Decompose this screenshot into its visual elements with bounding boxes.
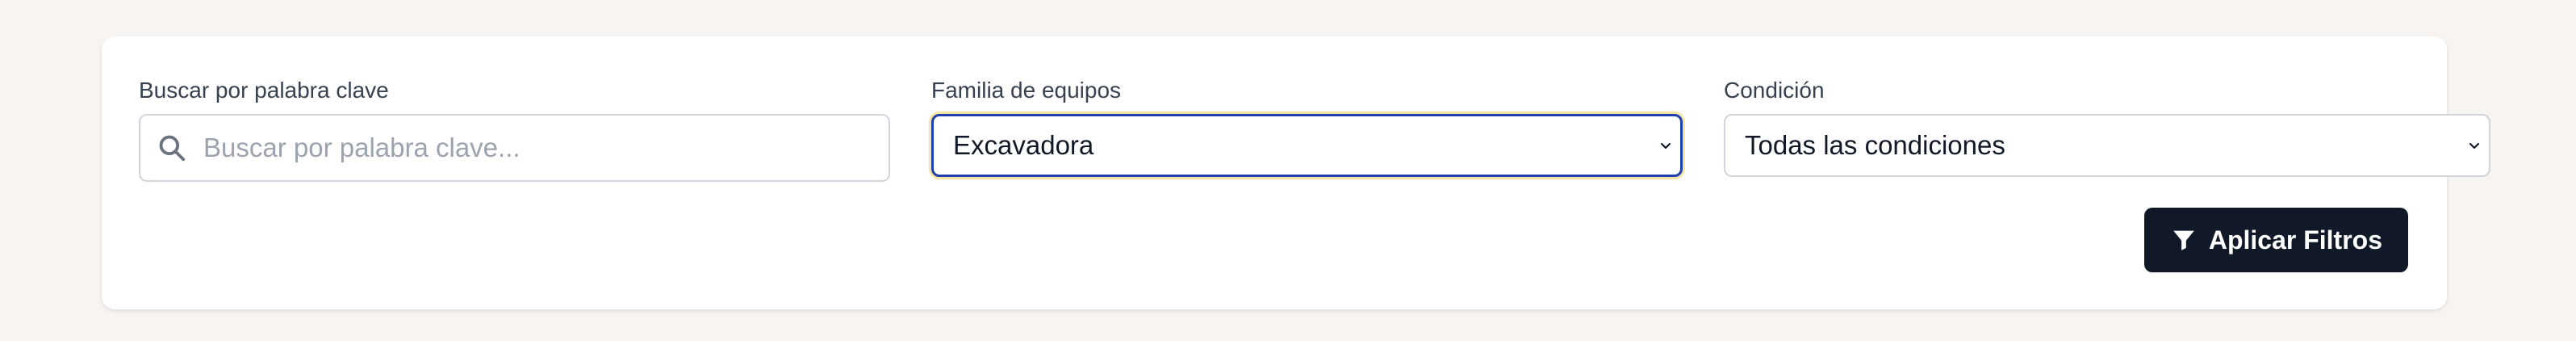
condition-select-value: Todas las condiciones — [1745, 130, 2005, 160]
apply-filters-label: Aplicar Filtros — [2208, 225, 2382, 255]
page: Buscar por palabra clave Buscar por pala… — [0, 0, 2576, 341]
family-select[interactable]: Excavadora — [931, 114, 1683, 177]
chevron-down-icon — [2469, 142, 2480, 149]
search-icon — [159, 135, 186, 162]
condition-select[interactable]: Todas las condiciones — [1724, 114, 2490, 177]
family-filter-label: Familia de equipos — [931, 78, 1122, 103]
condition-filter: Condición Todas las condiciones — [1724, 77, 2490, 177]
condition-filter-label: Condición — [1724, 78, 1825, 103]
filter-panel: Buscar por palabra clave Buscar por pala… — [102, 36, 2490, 309]
family-select-value: Excavadora — [953, 130, 1094, 160]
family-filter: Familia de equipos Excavadora — [931, 77, 1683, 177]
keyword-search-placeholder: Buscar por palabra clave... — [203, 133, 521, 162]
keyword-filter-label: Buscar por palabra clave — [139, 78, 389, 103]
keyword-filter: Buscar por palabra clave Buscar por pala… — [139, 77, 890, 182]
keyword-search-input[interactable]: Buscar por palabra clave... — [139, 114, 890, 182]
chevron-down-icon — [1660, 142, 1671, 149]
filter-icon — [2173, 230, 2194, 250]
apply-filters-button[interactable]: Aplicar Filtros — [2143, 208, 2408, 272]
